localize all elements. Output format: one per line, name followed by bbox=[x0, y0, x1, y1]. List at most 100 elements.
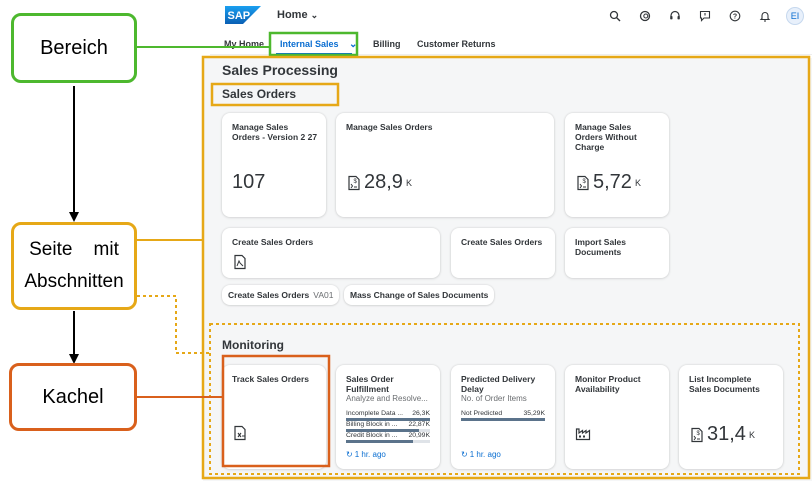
micro-bar-label: Billing Block in ... bbox=[346, 421, 398, 428]
page-title: Sales Processing bbox=[222, 62, 338, 78]
tile-title: Monitor Product Availability bbox=[575, 374, 641, 394]
tile-title: Import Sales Documents bbox=[575, 237, 627, 257]
sap-logo[interactable]: SAP bbox=[225, 6, 261, 24]
factory-icon bbox=[575, 428, 591, 441]
kpi-value: 28,9 bbox=[364, 171, 403, 193]
link-tile-mass-change[interactable]: Mass Change of Sales Documents bbox=[344, 285, 495, 305]
link-tile-label: Create Sales Orders bbox=[228, 290, 310, 300]
tile-title: Sales Order Fulfillment bbox=[346, 374, 394, 394]
kpi-unit: K bbox=[634, 177, 641, 188]
kpi-unit: K bbox=[748, 429, 755, 440]
sales-order-icon: $ bbox=[691, 427, 703, 443]
annotation-seite-line2: Abschnitten bbox=[24, 271, 124, 292]
home-label: Home bbox=[277, 9, 308, 21]
chevron-down-icon: ⌄ bbox=[310, 10, 319, 20]
annotation-seite: Seite mit Abschnitten bbox=[11, 222, 137, 310]
tile-title: Predicted Delivery Delay bbox=[461, 374, 536, 394]
micro-bar-label: Incomplete Data ... bbox=[346, 410, 404, 417]
micro-bar-value: 22,87K bbox=[408, 421, 430, 428]
sap-logo-text: SAP bbox=[228, 10, 251, 22]
tile-kpi-number: 31,4 K bbox=[707, 423, 755, 446]
tile-kpi-number: 107 bbox=[232, 171, 265, 194]
tile-create-sales-orders-2[interactable]: Create Sales Orders bbox=[451, 228, 555, 278]
link-tile-create-sales-orders-va01[interactable]: Create Sales Orders VA01 bbox=[222, 285, 340, 305]
kpi-value: 5,72 bbox=[593, 171, 632, 193]
shell-actions: ? EI bbox=[606, 7, 804, 25]
section-title-sales-orders: Sales Orders bbox=[222, 87, 297, 101]
tile-create-sales-orders[interactable]: Create Sales Orders bbox=[222, 228, 440, 278]
annotation-kachel-label: Kachel bbox=[42, 385, 104, 408]
tile-monitor-product-availability[interactable]: Monitor Product Availability bbox=[565, 365, 669, 469]
tile-manage-sales-orders-without-charge[interactable]: Manage Sales Orders Without Charge $ 5,7… bbox=[565, 113, 669, 217]
link-tile-label: Mass Change of Sales Documents bbox=[350, 290, 489, 300]
micro-bar-row: Credit Block in ... 20,99K bbox=[346, 432, 430, 444]
kpi-value: 107 bbox=[232, 171, 266, 193]
annotation-bereich-label: Bereich bbox=[40, 36, 108, 59]
tile-sales-order-fulfillment[interactable]: Sales Order Fulfillment Analyze and Reso… bbox=[336, 365, 440, 469]
active-tab-indicator bbox=[276, 53, 352, 55]
refresh-status[interactable]: ↻ 1 hr. ago bbox=[461, 450, 501, 459]
shell-bar: SAP Home ⌄ ? EI bbox=[210, 0, 812, 32]
tile-title: Create Sales Orders bbox=[461, 237, 543, 247]
create-document-icon bbox=[234, 254, 246, 270]
tab-customer-returns[interactable]: Customer Returns bbox=[417, 39, 496, 49]
svg-text:?: ? bbox=[733, 14, 737, 21]
tile-title: Track Sales Orders bbox=[232, 374, 310, 384]
svg-text:$: $ bbox=[697, 431, 701, 437]
arrow-head bbox=[69, 212, 79, 222]
tile-manage-sales-orders-v2[interactable]: Manage Sales Orders - Version 2 27 107 bbox=[222, 113, 326, 217]
support-icon[interactable] bbox=[666, 7, 684, 25]
micro-bar-label: Credit Block in ... bbox=[346, 432, 398, 439]
tile-kpi-number: 28,9 K bbox=[364, 171, 412, 194]
help-icon[interactable]: ? bbox=[726, 7, 744, 25]
tile-title: List Incomplete Sales Documents bbox=[689, 374, 760, 394]
copilot-icon[interactable] bbox=[636, 7, 654, 25]
kpi-unit: K bbox=[405, 177, 412, 188]
refresh-label: 1 hr. ago bbox=[354, 450, 386, 459]
micro-bar-value: 35,29K bbox=[523, 410, 545, 417]
tile-title: Manage Sales Orders bbox=[346, 122, 433, 132]
track-document-icon bbox=[234, 425, 246, 441]
tile-title: Manage Sales Orders - Version 2 27 bbox=[232, 122, 318, 142]
tile-manage-sales-orders[interactable]: Manage Sales Orders $ 28,9 K bbox=[336, 113, 554, 217]
feedback-icon[interactable] bbox=[696, 7, 714, 25]
annotation-seite-line1: Seite mit bbox=[29, 239, 119, 260]
avatar[interactable]: EI bbox=[786, 7, 804, 25]
refresh-icon: ↻ bbox=[346, 450, 353, 459]
refresh-icon: ↻ bbox=[461, 450, 468, 459]
chevron-down-icon[interactable]: ⌄ bbox=[349, 39, 357, 50]
micro-bar-row: Not Predicted 35,29K bbox=[461, 410, 545, 422]
tab-internal-sales[interactable]: Internal Sales ⌄ bbox=[280, 39, 357, 50]
micro-bar-value: 20,99K bbox=[408, 432, 430, 439]
tile-subtitle: No. of Order Items bbox=[461, 394, 527, 403]
tile-track-sales-orders[interactable]: Track Sales Orders bbox=[222, 365, 326, 469]
tile-subtitle: Analyze and Resolve... bbox=[346, 394, 428, 403]
micro-bar bbox=[346, 440, 414, 443]
tab-my-home[interactable]: My Home bbox=[224, 39, 264, 49]
sales-order-icon: $ bbox=[577, 175, 589, 191]
svg-text:$: $ bbox=[583, 179, 587, 185]
section-title-monitoring: Monitoring bbox=[222, 338, 284, 352]
tile-import-sales-documents[interactable]: Import Sales Documents bbox=[565, 228, 669, 278]
micro-bar-value: 26,3K bbox=[412, 410, 430, 417]
annotation-bereich: Bereich bbox=[11, 13, 137, 83]
micro-bar-label: Not Predicted bbox=[461, 410, 503, 417]
search-icon[interactable] bbox=[606, 7, 624, 25]
tab-internal-sales-label: Internal Sales bbox=[280, 39, 339, 49]
tile-list-incomplete-sales-documents[interactable]: List Incomplete Sales Documents $ 31,4 K bbox=[679, 365, 783, 469]
kpi-value: 31,4 bbox=[707, 423, 746, 445]
annotation-kachel: Kachel bbox=[9, 363, 137, 431]
tile-predicted-delivery-delay[interactable]: Predicted Delivery Delay No. of Order It… bbox=[451, 365, 555, 469]
tile-title: Create Sales Orders bbox=[232, 237, 314, 247]
home-menu[interactable]: Home ⌄ bbox=[277, 9, 318, 21]
svg-text:$: $ bbox=[354, 179, 358, 185]
user-initials: EI bbox=[790, 11, 800, 21]
sales-order-icon: $ bbox=[348, 175, 360, 191]
tab-billing[interactable]: Billing bbox=[373, 39, 401, 49]
refresh-status[interactable]: ↻ 1 hr. ago bbox=[346, 450, 386, 459]
notifications-icon[interactable] bbox=[756, 7, 774, 25]
tile-title: Manage Sales Orders Without Charge bbox=[575, 122, 637, 152]
micro-bar bbox=[461, 418, 545, 421]
tile-kpi-number: 5,72 K bbox=[593, 171, 641, 194]
link-tile-suffix: VA01 bbox=[313, 290, 334, 300]
